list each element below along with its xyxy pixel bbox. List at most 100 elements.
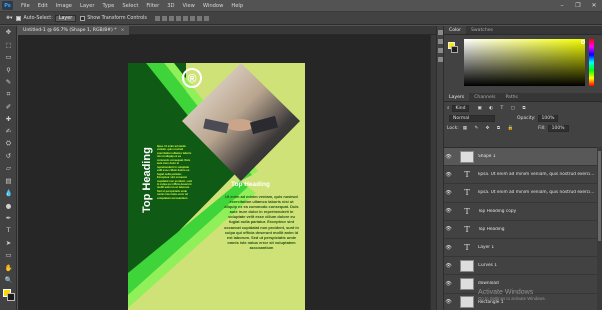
menu-item-select[interactable]: Select bbox=[118, 3, 142, 9]
visibility-eye-icon[interactable]: 👁 bbox=[444, 245, 453, 251]
transform-controls-checkbox[interactable]: Show Transform Controls bbox=[80, 15, 147, 21]
dodge-icon[interactable]: ● bbox=[0, 199, 17, 211]
menu-item-window[interactable]: Window bbox=[199, 3, 227, 9]
menu-item-layer[interactable]: Layer bbox=[76, 3, 98, 9]
close-tab-icon[interactable]: × bbox=[121, 28, 125, 33]
tab-layers[interactable]: Layers bbox=[444, 93, 470, 101]
layer-name[interactable]: Top Heading bbox=[478, 227, 505, 232]
opacity-field[interactable]: 100% bbox=[537, 114, 559, 122]
layer-name[interactable]: Curves 1 bbox=[478, 263, 497, 268]
paragraph-icon[interactable] bbox=[438, 57, 443, 62]
tab-channels[interactable]: Channels bbox=[469, 93, 500, 101]
layer-row[interactable]: 👁 T Layer 1 bbox=[444, 239, 602, 258]
hand-icon[interactable]: ✋ bbox=[0, 261, 17, 273]
fill-field[interactable]: 100% bbox=[547, 124, 569, 132]
canvas-area[interactable]: ® Top Heading lipsa. Ut enim ad minim ve… bbox=[18, 35, 436, 310]
color-picker-field[interactable] bbox=[464, 39, 585, 86]
eyedropper-icon[interactable]: ✐ bbox=[0, 100, 17, 112]
layer-row[interactable]: 👁 Tlipsa. Ut enim ad minim veniam, quis n… bbox=[444, 184, 602, 203]
layer-name[interactable]: lipsa. Ut enim ad minim veniam, quis nos… bbox=[478, 190, 596, 195]
tab-color[interactable]: Color bbox=[444, 26, 466, 34]
eraser-icon[interactable]: ▱ bbox=[0, 162, 17, 174]
visibility-eye-icon[interactable]: 👁 bbox=[444, 299, 453, 305]
distribute-icon[interactable] bbox=[203, 15, 209, 21]
scrollbar-thumb[interactable] bbox=[598, 151, 601, 241]
right-panels: Color Swatches Layers Channels Paths ⌕ K… bbox=[444, 26, 602, 310]
layer-name[interactable]: Top Heading copy bbox=[478, 209, 516, 214]
tab-swatches[interactable]: Swatches bbox=[466, 26, 498, 34]
layer-name[interactable]: Shape 1 bbox=[478, 154, 496, 159]
lasso-icon[interactable]: ϙ bbox=[0, 63, 17, 75]
menu-item-image[interactable]: Image bbox=[52, 3, 76, 9]
pen-icon[interactable]: ✒ bbox=[0, 212, 17, 224]
layer-name[interactable]: Layer 1 bbox=[478, 245, 494, 250]
type-icon[interactable]: T bbox=[0, 224, 17, 236]
healing-icon[interactable]: ✚ bbox=[0, 113, 17, 125]
zoom-icon[interactable]: 🔍 bbox=[0, 274, 17, 286]
minimize-icon[interactable]: – bbox=[554, 0, 570, 11]
menu-item-edit[interactable]: Edit bbox=[34, 3, 52, 9]
background-color-swatch[interactable] bbox=[451, 46, 458, 53]
layer-row[interactable]: 👁 T Top Heading copy bbox=[444, 203, 602, 221]
menu-item-filter[interactable]: Filter bbox=[142, 3, 163, 9]
menu-item-help[interactable]: Help bbox=[227, 3, 247, 9]
visibility-eye-icon[interactable]: 👁 bbox=[444, 190, 453, 196]
menu-item-file[interactable]: File bbox=[17, 3, 34, 9]
visibility-eye-icon[interactable]: 👁 bbox=[444, 263, 453, 269]
path-select-icon[interactable]: ➤ bbox=[0, 237, 17, 249]
align-top-icon[interactable] bbox=[154, 15, 160, 21]
document-tab[interactable]: Untitled-1 @ 66.7% (Shape 1, RGB/8#) * × bbox=[18, 26, 130, 35]
properties-icon[interactable] bbox=[438, 39, 443, 44]
menu-item-view[interactable]: View bbox=[179, 3, 199, 9]
visibility-eye-icon[interactable]: 👁 bbox=[444, 154, 453, 160]
history-brush-icon[interactable]: ↺ bbox=[0, 150, 17, 162]
menu-item-type[interactable]: Type bbox=[98, 3, 118, 9]
layer-name[interactable]: lipsa. Ut enim ad minim veniam, quis nos… bbox=[478, 172, 596, 177]
marquee-icon[interactable]: ▭ bbox=[0, 51, 17, 63]
right-body-text: Ut enim ad minim veniam, quis nostrud ex… bbox=[224, 194, 299, 250]
auto-select-dropdown[interactable]: Layer bbox=[54, 14, 77, 22]
color-panel bbox=[444, 35, 602, 90]
visibility-eye-icon[interactable]: 👁 bbox=[444, 281, 453, 287]
gradient-icon[interactable]: ▤ bbox=[0, 175, 17, 187]
blur-icon[interactable]: 💧 bbox=[0, 187, 17, 199]
visibility-eye-icon[interactable]: 👁 bbox=[444, 172, 453, 178]
move-icon[interactable]: ✥ bbox=[0, 26, 17, 38]
layer-name[interactable]: download bbox=[478, 281, 499, 286]
align-middle-icon[interactable] bbox=[161, 15, 167, 21]
align-center-icon[interactable] bbox=[182, 15, 188, 21]
lock-icons[interactable]: ▦ ✎ ✥ ⧉ 🔒 bbox=[463, 125, 516, 131]
align-bottom-icon[interactable] bbox=[168, 15, 174, 21]
align-left-icon[interactable] bbox=[175, 15, 181, 21]
layer-row[interactable]: 👁 Shape 1 bbox=[444, 148, 602, 167]
layer-row[interactable]: 👁 Curves 1 bbox=[444, 257, 602, 276]
background-color-swatch[interactable] bbox=[7, 293, 15, 301]
maximize-icon[interactable]: ❐ bbox=[570, 0, 586, 11]
poster-artboard[interactable]: ® Top Heading lipsa. Ut enim ad minim ve… bbox=[128, 63, 305, 310]
close-icon[interactable]: ✕ bbox=[586, 0, 602, 11]
distribute-icon[interactable] bbox=[196, 15, 202, 21]
blend-mode-dropdown[interactable]: Normal bbox=[449, 114, 495, 122]
tab-paths[interactable]: Paths bbox=[500, 93, 523, 101]
menu-item-3d[interactable]: 3D bbox=[163, 3, 178, 9]
layer-row[interactable]: 👁 Tlipsa. Ut enim ad minim veniam, quis n… bbox=[444, 166, 602, 185]
history-icon[interactable] bbox=[438, 30, 443, 35]
visibility-eye-icon[interactable]: 👁 bbox=[444, 226, 453, 232]
quick-select-icon[interactable]: ✎ bbox=[0, 76, 17, 88]
visibility-eye-icon[interactable]: 👁 bbox=[444, 208, 453, 214]
kind-filter-dropdown[interactable]: Kind bbox=[451, 104, 470, 112]
layers-scrollbar[interactable] bbox=[597, 147, 602, 310]
brush-icon[interactable]: ✍ bbox=[0, 125, 17, 137]
hue-slider[interactable] bbox=[589, 39, 594, 86]
filter-icons[interactable]: ▣ ◐ T ▢ ⧉ bbox=[477, 105, 528, 111]
move-tool-preset[interactable]: ✥▾ bbox=[6, 16, 12, 21]
rectangle-icon[interactable]: ▭ bbox=[0, 249, 17, 261]
adjustments-icon[interactable] bbox=[438, 48, 443, 53]
artboard-icon[interactable]: ⬚ bbox=[0, 38, 17, 50]
stamp-icon[interactable]: ⛭ bbox=[0, 138, 17, 150]
auto-select-checkbox[interactable]: Auto-Select: Layer bbox=[16, 14, 77, 22]
crop-icon[interactable]: ⌗ bbox=[0, 88, 17, 100]
align-right-icon[interactable] bbox=[189, 15, 195, 21]
layer-row[interactable]: 👁 T Top Heading bbox=[444, 221, 602, 239]
color-picker-handle[interactable] bbox=[581, 40, 585, 44]
